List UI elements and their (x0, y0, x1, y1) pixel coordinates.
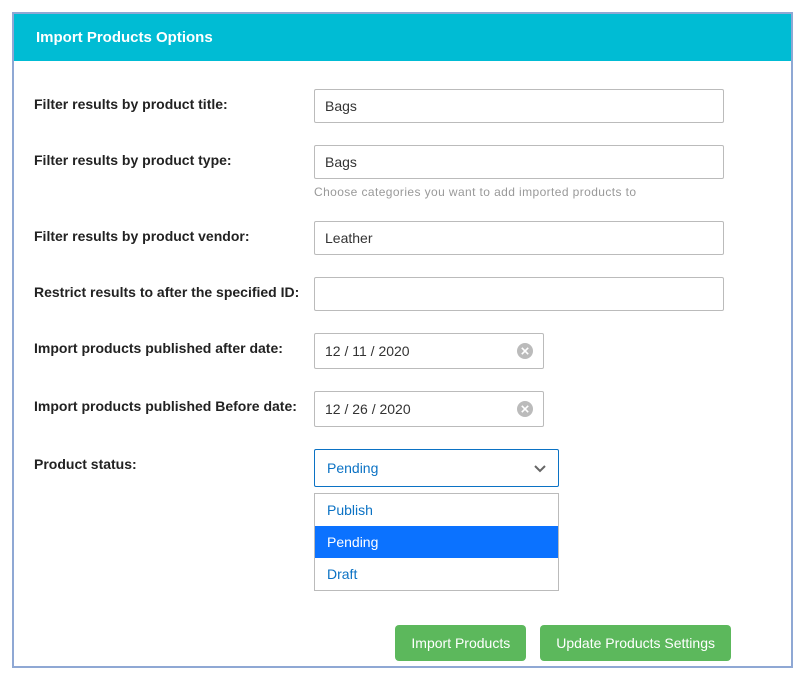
row-filter-vendor: Filter results by product vendor: (34, 221, 771, 255)
import-products-button[interactable]: Import Products (395, 625, 526, 661)
label-filter-title: Filter results by product title: (34, 89, 314, 123)
date-after-value: 12 / 11 / 2020 (325, 343, 410, 359)
field-filter-vendor (314, 221, 771, 255)
input-filter-vendor[interactable] (314, 221, 724, 255)
field-filter-type: Choose categories you want to add import… (314, 145, 771, 199)
label-filter-type: Filter results by product type: (34, 145, 314, 199)
row-filter-title: Filter results by product title: (34, 89, 771, 123)
clear-icon[interactable] (517, 343, 533, 359)
row-filter-type: Filter results by product type: Choose c… (34, 145, 771, 199)
status-dropdown: Publish Pending Draft (314, 493, 559, 591)
field-status: Pending Publish Pending Draft (314, 449, 771, 591)
status-option-pending[interactable]: Pending (315, 526, 558, 558)
update-settings-button[interactable]: Update Products Settings (540, 625, 731, 661)
form-body: Filter results by product title: Filter … (14, 61, 791, 681)
label-status: Product status: (34, 449, 314, 591)
label-filter-vendor: Filter results by product vendor: (34, 221, 314, 255)
label-published-after: Import products published after date: (34, 333, 314, 369)
panel-header: Import Products Options (14, 14, 791, 61)
row-restrict-id: Restrict results to after the specified … (34, 277, 771, 311)
date-input-after[interactable]: 12 / 11 / 2020 (314, 333, 544, 369)
status-option-publish[interactable]: Publish (315, 494, 558, 526)
button-row: Import Products Update Products Settings (34, 625, 771, 661)
status-selected-value: Pending (327, 460, 378, 476)
status-select: Pending Publish Pending Draft (314, 449, 559, 591)
date-before-value: 12 / 26 / 2020 (325, 401, 411, 417)
clear-icon[interactable] (517, 401, 533, 417)
input-restrict-id[interactable] (314, 277, 724, 311)
chevron-down-icon (532, 460, 548, 476)
row-published-after: Import products published after date: 12… (34, 333, 771, 369)
field-published-after: 12 / 11 / 2020 (314, 333, 771, 369)
row-published-before: Import products published Before date: 1… (34, 391, 771, 427)
status-option-draft[interactable]: Draft (315, 558, 558, 590)
row-status: Product status: Pending Publish Pending … (34, 449, 771, 591)
panel-title: Import Products Options (36, 29, 213, 46)
status-select-box[interactable]: Pending (314, 449, 559, 487)
helper-filter-type: Choose categories you want to add import… (314, 185, 771, 199)
date-input-before[interactable]: 12 / 26 / 2020 (314, 391, 544, 427)
label-restrict-id: Restrict results to after the specified … (34, 277, 314, 311)
input-filter-type[interactable] (314, 145, 724, 179)
options-panel: Import Products Options Filter results b… (12, 12, 793, 668)
input-filter-title[interactable] (314, 89, 724, 123)
label-published-before: Import products published Before date: (34, 391, 314, 427)
field-filter-title (314, 89, 771, 123)
field-restrict-id (314, 277, 771, 311)
field-published-before: 12 / 26 / 2020 (314, 391, 771, 427)
